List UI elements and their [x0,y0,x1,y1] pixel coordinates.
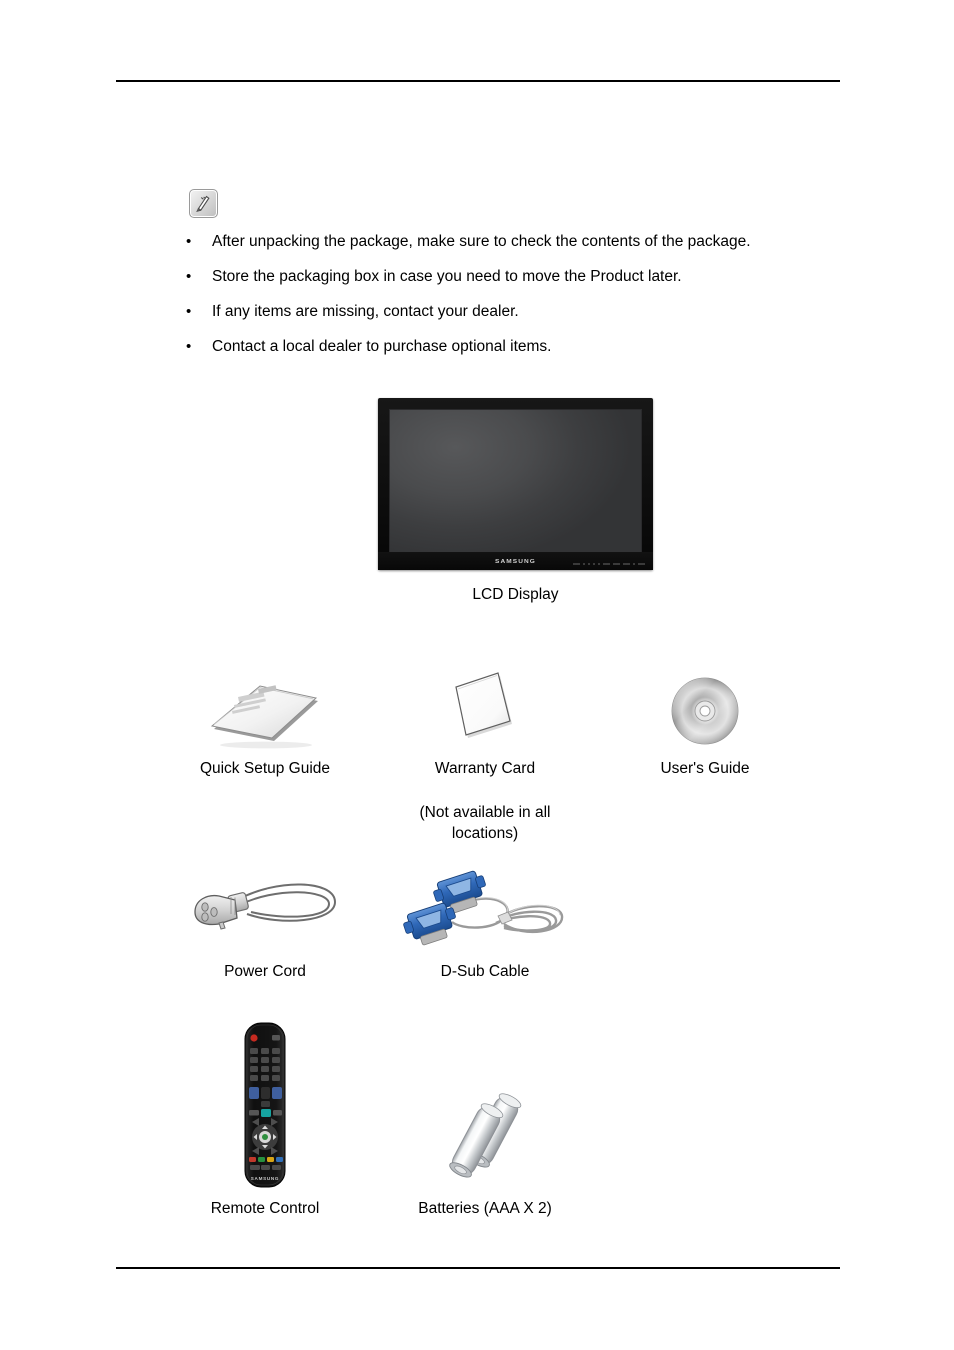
lcd-control-keys [573,563,645,565]
document-page: • After unpacking the package, make sure… [0,0,954,1350]
list-item: • Store the packaging box in case you ne… [186,267,826,302]
list-item: • Contact a local dealer to purchase opt… [186,337,826,372]
item-power-cord: Power Cord [155,866,375,981]
item-spacer [595,866,815,981]
bullet-marker: • [186,303,192,320]
item-batteries: Batteries (AAA X 2) [375,1016,595,1218]
batteries-icon [435,1016,535,1191]
list-item: • If any items are missing, contact your… [186,302,826,337]
bullet-marker: • [186,233,192,250]
item-users-guide: User's Guide [595,646,815,844]
item-spacer [595,1016,815,1218]
list-item: • After unpacking the package, make sure… [186,232,826,267]
item-label: Quick Setup Guide [199,760,331,777]
note-bullet-list: • After unpacking the package, make sure… [186,232,826,372]
bullet-text: If any items are missing, contact your d… [212,303,519,320]
booklet-icon [200,646,330,751]
remote-control-icon: SAMSUNG [228,1016,302,1191]
item-label: Power Cord [224,963,306,980]
accessories-row-1: Quick Setup Guide Warranty Card (Not ava… [155,646,815,844]
bullet-text: After unpacking the package, make sure t… [212,233,751,250]
item-quick-setup-guide: Quick Setup Guide [155,646,375,844]
footer-rule [116,1267,840,1269]
svg-text:SAMSUNG: SAMSUNG [251,1176,279,1181]
item-label: Remote Control [210,1200,320,1217]
bullet-text: Contact a local dealer to purchase optio… [212,338,552,355]
item-label: Warranty Card [434,760,536,777]
lcd-display-caption: LCD Display [472,586,559,603]
lcd-display-image: SAMSUNG [378,398,653,570]
lcd-bottom-bezel: SAMSUNG [378,552,653,570]
accessories-row-2: Power Cord D-Sub Cable [155,866,815,981]
item-remote-control: SAMSUNG Remote Control [155,1016,375,1218]
item-label: User's Guide [660,760,750,777]
samsung-logo: SAMSUNG [495,558,536,564]
item-sublabel: (Not available in all locations) [419,804,551,842]
item-label: Batteries (AAA X 2) [418,1200,552,1217]
item-label: D-Sub Cable [440,963,530,980]
note-pen-icon [189,189,218,218]
bullet-text: Store the packaging box in case you need… [212,268,682,285]
lcd-screen [389,409,642,554]
bullet-marker: • [186,338,192,355]
warranty-card-icon [440,646,530,751]
power-cord-icon [185,866,345,954]
item-dsub-cable: D-Sub Cable [375,866,595,981]
item-warranty-card: Warranty Card (Not available in all loca… [375,646,595,844]
cd-disc-icon [667,646,743,751]
accessories-row-3: SAMSUNG Remote Control Batteries (AAA X … [155,1016,815,1218]
header-rule [116,80,840,82]
dsub-cable-icon [400,866,570,954]
bullet-marker: • [186,268,192,285]
